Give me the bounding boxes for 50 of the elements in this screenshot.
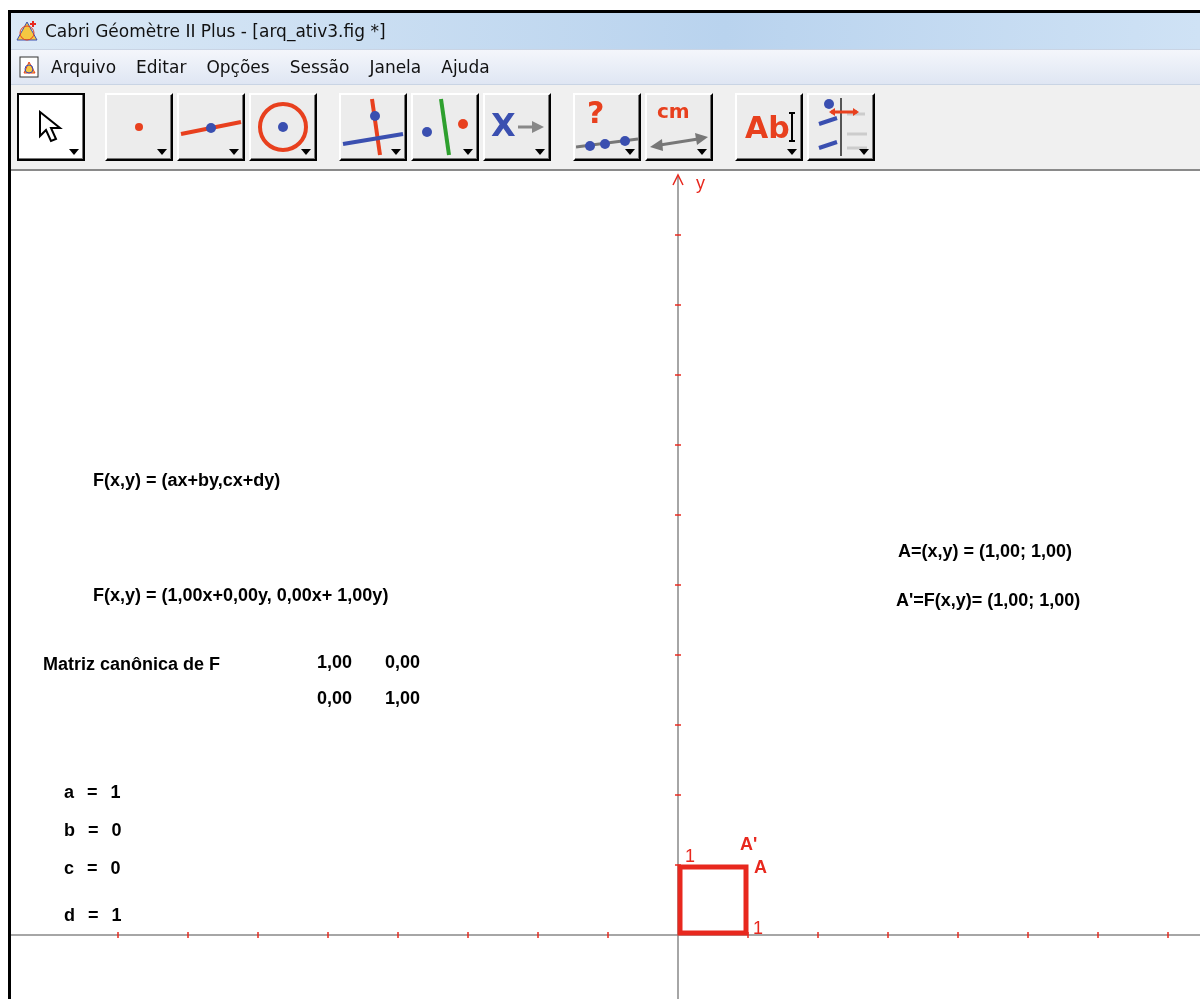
caret-icon xyxy=(229,149,239,155)
menu-item[interactable]: Janela xyxy=(359,57,432,77)
axis-label: y xyxy=(696,174,705,192)
pointer-icon xyxy=(38,110,64,144)
menu-item[interactable]: Ajuda xyxy=(431,57,500,77)
caret-icon xyxy=(463,149,473,155)
caret-icon xyxy=(859,149,869,155)
matrix-entry: 0,00 xyxy=(385,653,421,671)
point-icon xyxy=(134,122,144,132)
unit-label: 1 xyxy=(753,919,763,937)
caret-icon xyxy=(157,149,167,155)
parameter-text: c = 0 xyxy=(64,859,121,877)
point-label: A xyxy=(754,858,767,876)
menu-item[interactable]: Sessão xyxy=(279,57,360,77)
window-title: Cabri Géomètre II Plus - [arq_ativ3.fig *] xyxy=(45,21,386,41)
line-icon xyxy=(180,117,242,137)
parameter-text: b = 0 xyxy=(64,821,122,839)
caret-icon xyxy=(697,149,707,155)
caret-icon xyxy=(625,149,635,155)
menu-item[interactable]: Editar xyxy=(126,57,197,77)
formula-text: F(x,y) = (1,00x+0,00y, 0,00x+ 1,00y) xyxy=(93,586,389,604)
arrow-icon xyxy=(518,121,544,133)
coordinate-text: A'=F(x,y)= (1,00; 1,00) xyxy=(896,591,1081,609)
caret-icon xyxy=(535,149,545,155)
double-arrow-icon xyxy=(650,132,708,152)
caret-icon xyxy=(301,149,311,155)
unit-label: 1 xyxy=(685,847,695,865)
matrix-entry: 1,00 xyxy=(317,653,353,671)
text-cursor-icon xyxy=(788,112,796,142)
circle-icon xyxy=(256,100,310,154)
app-icon xyxy=(15,20,39,42)
document-icon[interactable] xyxy=(17,55,41,79)
parameter-text: d = 1 xyxy=(64,906,122,924)
perpendicular-lines-icon xyxy=(342,98,404,156)
menu-item[interactable]: Arquivo xyxy=(41,57,127,77)
caret-icon xyxy=(391,149,401,155)
matrix-entry: 1,00 xyxy=(385,689,421,707)
tool-button[interactable] xyxy=(17,93,85,161)
parameter-text: a = 1 xyxy=(64,783,121,801)
symmetry-icon xyxy=(419,98,471,156)
coordinate-text: A=(x,y) = (1,00; 1,00) xyxy=(898,542,1073,560)
formula-text: F(x,y) = (ax+by,cx+dy) xyxy=(93,471,281,489)
tool-button[interactable]: X xyxy=(483,93,551,161)
caret-icon xyxy=(69,149,79,155)
matrix-label: Matriz canônica de F xyxy=(43,655,221,673)
square-shape xyxy=(677,864,749,936)
menu-item[interactable]: Opções xyxy=(196,57,280,77)
caret-icon xyxy=(787,149,797,155)
matrix-entry: 0,00 xyxy=(317,689,353,707)
point-label: A' xyxy=(740,835,758,853)
